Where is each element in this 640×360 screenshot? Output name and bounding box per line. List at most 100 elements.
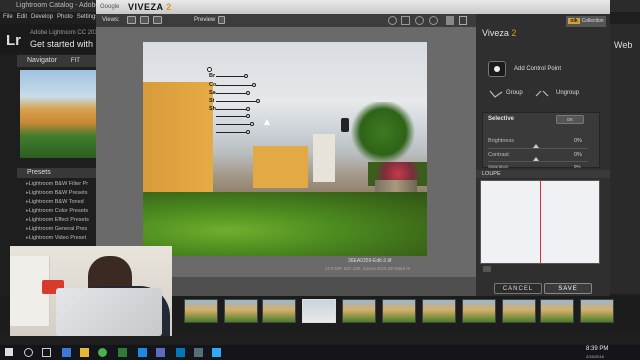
control-point-sa-handle[interactable] xyxy=(246,91,250,95)
single-view-icon[interactable] xyxy=(127,16,136,24)
zoom-tool-icon[interactable] xyxy=(401,16,410,25)
control-point-sh-handle[interactable] xyxy=(246,107,250,111)
control-point-st-slider[interactable] xyxy=(216,101,256,102)
preset-folder[interactable]: Lightroom B&W Toned xyxy=(26,199,84,205)
preview-label[interactable]: Preview xyxy=(194,14,215,27)
control-point-slider-handle[interactable] xyxy=(250,122,254,126)
contrast-slider[interactable] xyxy=(488,161,588,162)
mouse-cursor-icon xyxy=(264,119,270,125)
preset-folder[interactable]: Lightroom B&W Presets xyxy=(26,190,88,196)
control-point-co-handle[interactable] xyxy=(252,83,256,87)
control-point-br-handle[interactable] xyxy=(244,74,248,78)
filmstrip-thumb[interactable] xyxy=(342,299,376,323)
split-view-icon[interactable] xyxy=(140,16,149,24)
group-icon[interactable] xyxy=(488,87,504,99)
module-web[interactable]: Web xyxy=(614,40,632,50)
navigator-fit[interactable]: FIT xyxy=(71,58,80,64)
add-control-point-icon[interactable] xyxy=(488,61,506,77)
filmstrip-thumb[interactable] xyxy=(224,299,258,323)
windows-taskbar xyxy=(0,345,640,360)
presets-header[interactable]: Presets xyxy=(17,168,100,178)
contrast-label: Contrast xyxy=(488,152,509,158)
task-view-icon[interactable] xyxy=(42,348,51,357)
app-icon[interactable] xyxy=(156,348,165,357)
app-icon[interactable] xyxy=(176,348,185,357)
loupe-pin-icon[interactable] xyxy=(483,266,491,272)
filmstrip-thumb-selected[interactable] xyxy=(302,299,336,323)
side-by-side-view-icon[interactable] xyxy=(153,16,162,24)
filmstrip-thumb[interactable] xyxy=(502,299,536,323)
cancel-button[interactable]: CANCEL xyxy=(494,283,542,294)
ungroup-label[interactable]: Ungroup xyxy=(556,90,579,96)
ie-icon[interactable] xyxy=(138,348,147,357)
preset-folder[interactable]: Lightroom Video Preset xyxy=(26,235,86,241)
control-point-slider-handle[interactable] xyxy=(246,114,250,118)
search-icon[interactable] xyxy=(24,348,33,357)
zoom-out-icon[interactable] xyxy=(429,16,438,25)
filmstrip-thumb[interactable] xyxy=(262,299,296,323)
loupe-header[interactable]: LOUPE xyxy=(476,170,610,178)
menu-edit[interactable]: Edit xyxy=(17,14,27,20)
menu-file[interactable]: File xyxy=(3,14,13,20)
control-point-slider-handle[interactable] xyxy=(246,130,250,134)
filmstrip-thumb[interactable] xyxy=(540,299,574,323)
control-point-br-slider[interactable] xyxy=(216,76,244,77)
save-button[interactable]: SAVE xyxy=(544,283,592,294)
taskbar-date[interactable]: 2/15/2016 xyxy=(586,354,604,359)
filmstrip-thumb[interactable] xyxy=(422,299,456,323)
navigator-label: Navigator xyxy=(27,57,57,64)
lightroom-right-panel xyxy=(610,24,640,294)
control-point-slider[interactable] xyxy=(216,116,246,117)
menu-develop[interactable]: Develop xyxy=(31,14,53,20)
photo-building xyxy=(143,82,213,192)
contrast-slider-handle[interactable] xyxy=(533,157,539,161)
ungroup-icon[interactable] xyxy=(534,87,550,99)
group-label[interactable]: Group xyxy=(506,90,523,96)
brightness-label: Brightness xyxy=(488,138,514,144)
preset-folder[interactable]: Lightroom Effect Presets xyxy=(26,217,89,223)
preset-folder[interactable]: Lightroom B&W Filter Pr xyxy=(26,181,88,187)
brightness-value: 0% xyxy=(574,138,582,144)
filmstrip-thumb[interactable] xyxy=(580,299,614,323)
file-explorer-icon[interactable] xyxy=(80,348,89,357)
zoom-in-icon[interactable] xyxy=(415,16,424,25)
taskbar-time[interactable]: 8:39 PM xyxy=(586,346,608,352)
preview-checkbox[interactable] xyxy=(218,16,225,24)
app-icon[interactable] xyxy=(118,348,127,357)
selective-ok-button[interactable]: OK xyxy=(556,115,584,124)
control-point-handle[interactable] xyxy=(207,67,212,72)
control-point-sh-label: Sh xyxy=(209,106,217,112)
control-point-sa-slider[interactable] xyxy=(216,93,246,94)
preset-folder[interactable]: Lightroom General Pres xyxy=(26,226,87,232)
menu-photo[interactable]: Photo xyxy=(57,14,73,20)
control-point-slider[interactable] xyxy=(216,124,250,125)
add-control-point-label[interactable]: Add Control Point xyxy=(514,66,561,72)
background-color-icon[interactable] xyxy=(446,16,454,25)
control-point-slider[interactable] xyxy=(216,132,246,133)
photo-preview[interactable] xyxy=(143,42,427,256)
brightness-slider[interactable] xyxy=(488,148,588,149)
control-point-sh-slider[interactable] xyxy=(216,109,246,110)
webcam-laptop xyxy=(56,288,162,336)
control-point-co-slider[interactable] xyxy=(216,85,252,86)
windows-start-icon[interactable] xyxy=(5,348,13,356)
saturation-label: Saturation xyxy=(488,165,509,168)
filmstrip-thumb[interactable] xyxy=(382,299,416,323)
app-icon[interactable] xyxy=(194,348,203,357)
get-started-text[interactable]: Get started with xyxy=(30,39,93,49)
navigator-header[interactable]: Navigator FIT xyxy=(17,55,100,67)
filmstrip-thumb[interactable] xyxy=(184,299,218,323)
filmstrip-thumb[interactable] xyxy=(462,299,496,323)
lightroom-taskbar-icon[interactable] xyxy=(212,348,221,357)
preset-folder[interactable]: Lightroom Color Presets xyxy=(26,208,88,214)
brightness-slider-handle[interactable] xyxy=(533,144,539,148)
fit-screen-icon[interactable] xyxy=(459,16,467,25)
panel-title-version: 2 xyxy=(511,28,517,38)
nik-brand: nik xyxy=(568,18,580,24)
edge-icon[interactable] xyxy=(62,348,71,357)
hand-tool-icon[interactable] xyxy=(388,16,397,25)
lightroom-logo: Lr xyxy=(6,32,21,49)
control-point-br-label: Br xyxy=(209,73,216,79)
control-point-st-handle[interactable] xyxy=(256,99,260,103)
chrome-icon[interactable] xyxy=(98,348,107,357)
